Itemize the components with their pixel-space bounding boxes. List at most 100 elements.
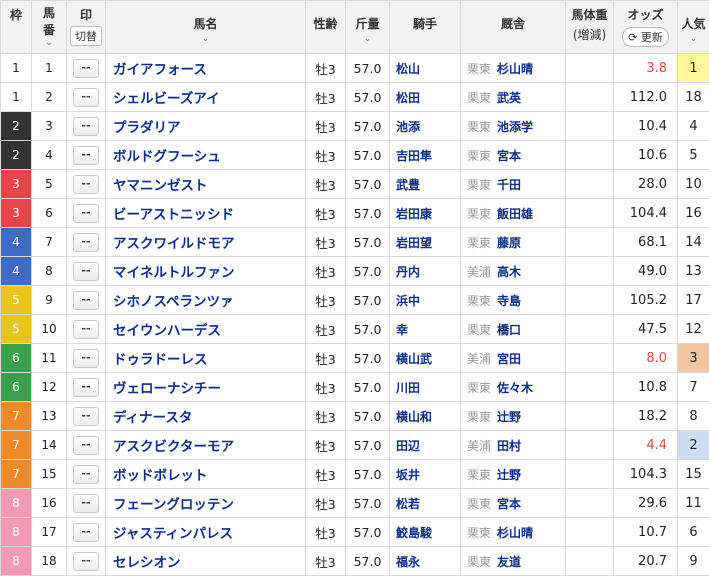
mark-select-button[interactable]: -- bbox=[73, 59, 99, 78]
kinryo-cell: 57.0 bbox=[346, 460, 390, 489]
trainer-link[interactable]: 宮本 bbox=[497, 149, 521, 163]
sort-kinryo-chevron-icon[interactable]: ⌄ bbox=[346, 34, 389, 44]
seirei-cell: 牡3 bbox=[306, 141, 346, 170]
horse-name-link[interactable]: フェーングロッテン bbox=[106, 489, 306, 518]
horse-name-link[interactable]: ドゥラドーレス bbox=[106, 344, 306, 373]
jockey-link[interactable]: 松若 bbox=[390, 489, 461, 518]
horse-name-link[interactable]: アスクワイルドモア bbox=[106, 228, 306, 257]
mark-select-button[interactable]: -- bbox=[73, 233, 99, 252]
seirei-cell: 牡3 bbox=[306, 170, 346, 199]
mark-select-button[interactable]: -- bbox=[73, 146, 99, 165]
ninki-cell: 7 bbox=[678, 373, 709, 402]
trainer-link[interactable]: 寺島 bbox=[497, 294, 521, 308]
mark-select-button[interactable]: -- bbox=[73, 204, 99, 223]
mark-select-button[interactable]: -- bbox=[73, 320, 99, 339]
jockey-link[interactable]: 鮫島駿 bbox=[390, 518, 461, 547]
header-umaban[interactable]: 馬 番 ⌄ bbox=[32, 1, 67, 54]
horse-name-link[interactable]: セイウンハーデス bbox=[106, 315, 306, 344]
horse-name-link[interactable]: マイネルトルファン bbox=[106, 257, 306, 286]
odds-cell: 10.6 bbox=[614, 141, 678, 170]
trainer-link[interactable]: 藤原 bbox=[497, 236, 521, 250]
weight-cell bbox=[566, 228, 614, 257]
stable-cell: 栗東杉山晴 bbox=[461, 54, 566, 83]
horse-name-link[interactable]: シホノスペランツァ bbox=[106, 286, 306, 315]
table-row: 611--ドゥラドーレス牡357.0横山武美浦宮田8.03 bbox=[1, 344, 709, 373]
mark-select-button[interactable]: -- bbox=[73, 552, 99, 571]
trainer-link[interactable]: 宮本 bbox=[497, 497, 521, 511]
mark-select-button[interactable]: -- bbox=[73, 349, 99, 368]
trainer-link[interactable]: 飯田雄 bbox=[497, 207, 533, 221]
table-header-row: 枠 馬 番 ⌄ 印 切替 馬名 ⌄ 性齢 斤量 ⌄ 騎手 bbox=[1, 1, 709, 54]
ninki-cell: 12 bbox=[678, 315, 709, 344]
jockey-link[interactable]: 横山武 bbox=[390, 344, 461, 373]
table-row: 35--ヤマニンゼスト牡357.0武豊栗東千田28.010 bbox=[1, 170, 709, 199]
jockey-link[interactable]: 田辺 bbox=[390, 431, 461, 460]
mark-select-button[interactable]: -- bbox=[73, 175, 99, 194]
trainer-link[interactable]: 宮田 bbox=[497, 352, 521, 366]
horse-name-link[interactable]: プラダリア bbox=[106, 112, 306, 141]
jockey-link[interactable]: 坂井 bbox=[390, 460, 461, 489]
odds-refresh-button[interactable]: ⟳ 更新 bbox=[622, 27, 669, 47]
waku-cell: 1 bbox=[1, 83, 32, 112]
weight-cell bbox=[566, 112, 614, 141]
jockey-link[interactable]: 浜中 bbox=[390, 286, 461, 315]
jockey-link[interactable]: 丹内 bbox=[390, 257, 461, 286]
sort-horse-chevron-icon[interactable]: ⌄ bbox=[106, 34, 305, 44]
jockey-link[interactable]: 幸 bbox=[390, 315, 461, 344]
horse-name-link[interactable]: シェルビーズアイ bbox=[106, 83, 306, 112]
jockey-link[interactable]: 岩田康 bbox=[390, 199, 461, 228]
mark-select-button[interactable]: -- bbox=[73, 88, 99, 107]
stable-cell: 美浦高木 bbox=[461, 257, 566, 286]
mark-select-button[interactable]: -- bbox=[73, 465, 99, 484]
horse-name-link[interactable]: ビーアストニッシド bbox=[106, 199, 306, 228]
trainer-link[interactable]: 橋口 bbox=[497, 323, 521, 337]
odds-cell: 10.8 bbox=[614, 373, 678, 402]
trainer-link[interactable]: 田村 bbox=[497, 439, 521, 453]
horse-name-link[interactable]: ヤマニンゼスト bbox=[106, 170, 306, 199]
header-stable-label: 厩舎 bbox=[461, 15, 565, 32]
jockey-link[interactable]: 吉田隼 bbox=[390, 141, 461, 170]
trainer-link[interactable]: 高木 bbox=[497, 265, 521, 279]
horse-name-link[interactable]: ヴェローナシチー bbox=[106, 373, 306, 402]
mark-select-button[interactable]: -- bbox=[73, 378, 99, 397]
weight-cell bbox=[566, 431, 614, 460]
trainer-link[interactable]: 池添学 bbox=[497, 120, 533, 134]
mark-select-button[interactable]: -- bbox=[73, 523, 99, 542]
mark-select-button[interactable]: -- bbox=[73, 117, 99, 136]
header-ninki[interactable]: 人気 ⌄ bbox=[678, 1, 709, 54]
mark-select-button[interactable]: -- bbox=[73, 407, 99, 426]
trainer-link[interactable]: 辻野 bbox=[497, 468, 521, 482]
horse-name-link[interactable]: ボッドボレット bbox=[106, 460, 306, 489]
header-horse[interactable]: 馬名 ⌄ bbox=[106, 1, 306, 54]
horse-name-link[interactable]: ボルドグフーシュ bbox=[106, 141, 306, 170]
jockey-link[interactable]: 武豊 bbox=[390, 170, 461, 199]
sort-umaban-chevron-icon[interactable]: ⌄ bbox=[32, 38, 66, 48]
jockey-link[interactable]: 川田 bbox=[390, 373, 461, 402]
jockey-link[interactable]: 松田 bbox=[390, 83, 461, 112]
mark-toggle-button[interactable]: 切替 bbox=[70, 26, 102, 46]
mark-select-button[interactable]: -- bbox=[73, 494, 99, 513]
jockey-link[interactable]: 岩田望 bbox=[390, 228, 461, 257]
header-jockey-label: 騎手 bbox=[390, 15, 460, 32]
mark-select-button[interactable]: -- bbox=[73, 436, 99, 455]
sort-ninki-chevron-icon[interactable]: ⌄ bbox=[678, 34, 709, 44]
trainer-link[interactable]: 友道 bbox=[497, 555, 521, 569]
trainer-link[interactable]: 千田 bbox=[497, 178, 521, 192]
trainer-link[interactable]: 杉山晴 bbox=[497, 526, 533, 540]
horse-name-link[interactable]: ガイアフォース bbox=[106, 54, 306, 83]
jockey-link[interactable]: 横山和 bbox=[390, 402, 461, 431]
mark-select-button[interactable]: -- bbox=[73, 262, 99, 281]
mark-select-button[interactable]: -- bbox=[73, 291, 99, 310]
trainer-link[interactable]: 佐々木 bbox=[497, 381, 533, 395]
trainer-link[interactable]: 杉山晴 bbox=[497, 62, 533, 76]
trainer-link[interactable]: 辻野 bbox=[497, 410, 521, 424]
jockey-link[interactable]: 池添 bbox=[390, 112, 461, 141]
horse-name-link[interactable]: ジャスティンパレス bbox=[106, 518, 306, 547]
horse-name-link[interactable]: ディナースタ bbox=[106, 402, 306, 431]
jockey-link[interactable]: 福永 bbox=[390, 547, 461, 576]
horse-name-link[interactable]: セレシオン bbox=[106, 547, 306, 576]
jockey-link[interactable]: 松山 bbox=[390, 54, 461, 83]
trainer-link[interactable]: 武英 bbox=[497, 91, 521, 105]
header-kinryo[interactable]: 斤量 ⌄ bbox=[346, 1, 390, 54]
horse-name-link[interactable]: アスクビクターモア bbox=[106, 431, 306, 460]
